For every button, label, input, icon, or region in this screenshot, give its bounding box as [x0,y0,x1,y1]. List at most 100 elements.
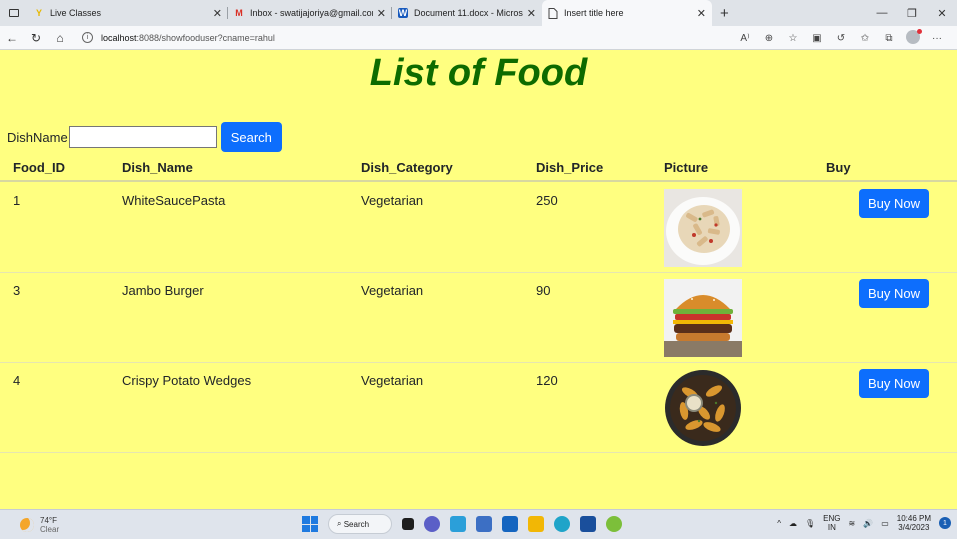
potato-wedges-picture [665,370,741,446]
page-icon [548,7,558,19]
restore-icon[interactable]: ❐ [897,7,927,20]
close-tab-icon[interactable]: ✕ [377,7,386,20]
collections-icon[interactable]: ⧉ [877,33,901,44]
close-window-icon[interactable]: ✕ [927,7,957,20]
tab-actions-icon[interactable] [0,0,28,26]
pasta-picture [664,189,742,267]
word-favicon-icon: W [398,8,408,18]
taskbar-apps: ⌕ Search [302,514,622,534]
page-title: List of Food [369,52,588,94]
tab-insert-title[interactable]: Insert title here ✕ [542,0,712,26]
food-id-cell: 4 [13,373,21,388]
favorite-star-icon[interactable]: ☆ [781,33,805,44]
battery-icon[interactable]: ▭ [881,519,889,528]
table-row: 1 WhiteSaucePasta Vegetarian 250 Buy Now [0,183,957,273]
close-tab-icon[interactable]: ✕ [213,7,222,20]
language-indicator[interactable]: ENG IN [823,514,840,532]
chevron-up-icon[interactable]: ^ [777,519,781,528]
gmail-favicon-icon: M [235,8,243,18]
weather-condition: Clear [40,525,60,534]
table-row: 3 Jambo Burger Vegetarian 90 Buy Now [0,273,957,363]
file-explorer-icon[interactable] [528,516,544,532]
region-code: IN [827,523,836,532]
close-tab-icon[interactable]: ✕ [697,7,706,20]
info-icon[interactable]: i [82,32,93,43]
column-header-picture: Picture [664,160,709,175]
buy-now-button[interactable]: Buy Now [859,189,930,218]
search-button[interactable]: Search [220,122,282,152]
browser-toolbar: A⁾ ⊕ ☆ ▣ ↺ ✩ ⧉ ··· [733,26,949,50]
read-aloud-icon[interactable]: A⁾ [733,33,757,44]
temperature: 74°F [40,516,57,525]
column-header-dish-category: Dish_Category [361,160,453,175]
tab-title: Document 11.docx - Microsoft W [414,8,523,18]
windows-start-icon[interactable] [302,516,318,532]
mic-icon[interactable]: 🎙 [805,519,815,528]
zoom-icon[interactable]: ⊕ [757,33,781,44]
language-code: ENG [823,514,841,523]
extension-icon[interactable]: ▣ [805,33,829,44]
dish-category-cell: Vegetarian [361,283,424,298]
dishname-label: DishName [7,129,68,145]
table-row: 4 Crispy Potato Wedges Vegetarian 120 Bu… [0,363,957,453]
live-classes-favicon-icon: Y [35,8,42,18]
edge-icon[interactable] [554,516,570,532]
windows-taskbar: 74°F Clear ⌕ Search ^ ☁ 🎙 ENG IN ≋ 🔊 ▭ 1… [0,509,957,539]
dish-name-cell: Crispy Potato Wedges [122,373,252,388]
taskbar-search[interactable]: ⌕ Search [328,514,392,534]
url-path: :8088/showfooduser?cname=rahul [136,32,275,43]
tab-title: Inbox - swatijajoriya@gmail.com [250,8,373,18]
more-menu-icon[interactable]: ··· [925,33,949,44]
dish-name-cell: WhiteSaucePasta [122,193,226,208]
clock[interactable]: 10:46 PM 3/4/2023 [897,514,931,532]
food-id-cell: 1 [13,193,21,208]
column-header-dish-name: Dish_Name [122,160,193,175]
dishname-input[interactable] [68,126,217,148]
minimize-icon[interactable]: — [867,7,897,19]
buy-now-button[interactable]: Buy Now [859,279,930,308]
app-icon[interactable] [580,516,596,532]
dish-price-cell: 90 [536,283,551,298]
refresh-extension-icon[interactable]: ↺ [829,33,853,44]
close-tab-icon[interactable]: ✕ [527,7,536,20]
table-header: Food_ID Dish_Name Dish_Category Dish_Pri… [0,152,957,182]
column-header-dish-price: Dish_Price [536,160,604,175]
food-id-cell: 3 [13,283,21,298]
clock-date: 3/4/2023 [898,523,930,532]
mail-icon[interactable] [502,516,518,532]
profile-avatar[interactable] [901,28,925,47]
tab-title: Insert title here [564,8,624,18]
chat-icon[interactable] [424,516,440,532]
taskbar-search-label: Search [343,519,370,529]
new-tab-icon[interactable]: + [720,5,729,22]
column-header-food-id: Food_ID [13,160,65,175]
back-icon[interactable]: ← [0,31,24,45]
weather-widget[interactable]: 74°F Clear [20,516,59,534]
window-controls: — ❐ ✕ [867,0,957,26]
clock-time: 10:46 PM [896,514,931,523]
tab-inbox[interactable]: M Inbox - swatijajoriya@gmail.com ✕ [228,0,392,26]
search-form: DishName Search [7,122,282,152]
refresh-icon[interactable]: ↻ [24,31,48,45]
cloud-icon[interactable]: ☁ [789,519,797,528]
favorites-icon[interactable]: ✩ [853,33,877,44]
url-host: localhost [101,32,137,43]
task-view-icon[interactable] [402,518,414,530]
buy-now-button[interactable]: Buy Now [859,369,930,398]
eclipse-icon[interactable] [606,516,622,532]
home-icon[interactable]: ⌂ [48,31,72,45]
notification-badge[interactable]: 1 [939,517,951,529]
dish-price-cell: 120 [536,373,558,388]
browser-tab-strip: Y Live Classes ✕ M Inbox - swatijajoriya… [0,0,957,26]
moon-icon [20,518,34,532]
burger-picture [664,279,742,357]
column-header-buy: Buy [826,160,851,175]
store-icon[interactable] [476,516,492,532]
url-field[interactable]: i localhost:8088/showfooduser?cname=rahu… [82,32,275,43]
tab-live-classes[interactable]: Y Live Classes ✕ [28,0,228,26]
wifi-icon[interactable]: ≋ [849,519,856,528]
widget-app-icon[interactable] [450,516,466,532]
tab-document[interactable]: W Document 11.docx - Microsoft W ✕ [392,0,542,26]
dish-category-cell: Vegetarian [361,193,424,208]
volume-icon[interactable]: 🔊 [863,519,873,528]
